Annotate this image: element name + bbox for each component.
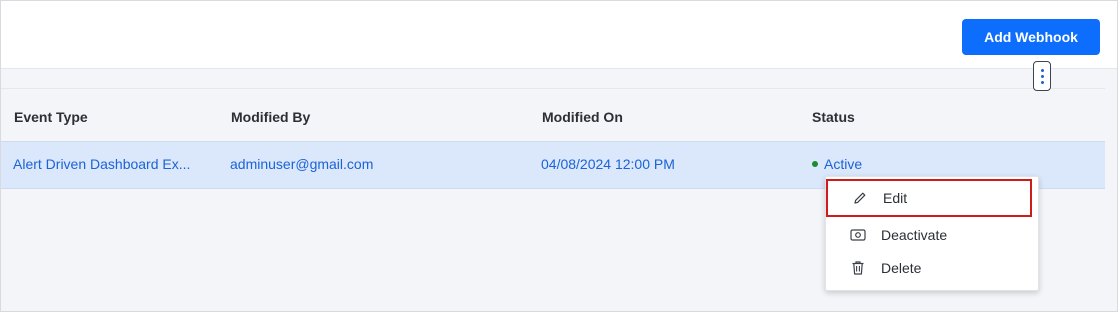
kebab-dot-icon (1040, 74, 1044, 78)
kebab-dot-icon (1040, 68, 1044, 72)
menu-item-deactivate[interactable]: Deactivate (826, 218, 1038, 252)
table-header: Event Type Modified By Modified On Statu… (1, 89, 1105, 141)
modified-by-cell: adminuser@gmail.com (230, 156, 374, 172)
toolbar: Add Webhook (1, 1, 1117, 69)
pencil-icon (854, 192, 866, 204)
menu-item-label: Delete (881, 260, 922, 276)
row-actions-button[interactable] (1033, 61, 1051, 91)
modified-on-cell: 04/08/2024 12:00 PM (541, 156, 675, 172)
kebab-dot-icon (1040, 80, 1044, 84)
column-header-modified-by[interactable]: Modified By (231, 89, 310, 141)
menu-item-delete[interactable]: Delete (826, 251, 1038, 285)
menu-item-label: Deactivate (881, 227, 948, 243)
column-header-status[interactable]: Status (812, 89, 855, 141)
menu-item-label: Edit (883, 190, 908, 206)
row-actions-menu: Edit Deactivate Delete (825, 176, 1039, 291)
column-header-event-type[interactable]: Event Type (14, 89, 88, 141)
status-badge: Active (824, 156, 863, 172)
column-header-modified-on[interactable]: Modified On (542, 89, 623, 141)
camera-icon (850, 229, 866, 241)
add-webhook-button[interactable]: Add Webhook (962, 19, 1100, 55)
trash-icon (852, 261, 864, 275)
menu-item-edit[interactable]: Edit (826, 179, 1032, 217)
event-type-cell[interactable]: Alert Driven Dashboard Ex... (13, 142, 190, 186)
status-dot-icon (812, 161, 818, 168)
webhooks-panel: Add Webhook Event Type Modified By Modif… (0, 0, 1118, 312)
